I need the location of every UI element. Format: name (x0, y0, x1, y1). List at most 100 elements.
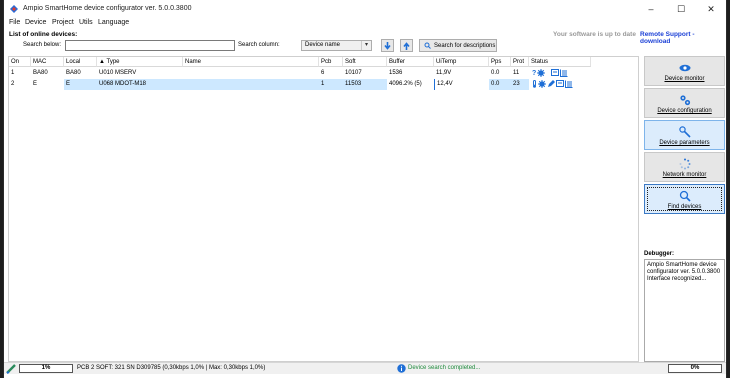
cell-pcb: 6 (321, 70, 325, 76)
cell-uitemp: 12,4V (434, 79, 489, 90)
cell-name (183, 79, 319, 90)
cell-name (183, 68, 319, 79)
device-configuration-label: Device configuration (657, 108, 712, 114)
info-icon (397, 364, 406, 373)
devices-table[interactable]: On MAC Local ▲ Type Name Pcb Soft Buffer… (8, 56, 639, 362)
cell-pcb: 1 (319, 79, 343, 90)
col-header-local[interactable]: Local (64, 57, 97, 67)
find-devices-label: Find devices (667, 204, 702, 210)
device-parameters-button[interactable]: Device parameters (644, 120, 725, 150)
col-header-status[interactable]: Status (529, 57, 591, 67)
col-header-buffer[interactable]: Buffer (387, 57, 434, 67)
search-descriptions-button[interactable]: Search for descriptions (419, 39, 497, 52)
search-column-label: Search column: (238, 42, 280, 48)
menu-bar: File Device Project Utils Language (4, 18, 726, 29)
col-header-soft[interactable]: Soft (343, 57, 387, 67)
device-configuration-button[interactable]: Device configuration (644, 88, 725, 118)
minimize-button[interactable]: – (636, 0, 666, 18)
maximize-button[interactable]: ☐ (666, 0, 696, 18)
move-up-button[interactable] (400, 39, 413, 52)
gear-icon[interactable] (537, 69, 546, 77)
arrow-up-icon (403, 41, 410, 50)
help-icon[interactable]: ? (532, 70, 536, 77)
app-logo-icon (9, 4, 19, 14)
search-column-value: Device name (305, 42, 341, 48)
search-input[interactable] (65, 40, 235, 51)
menu-utils[interactable]: Utils (79, 19, 93, 26)
menu-device[interactable]: Device (25, 19, 46, 26)
cell-soft: 10107 (345, 70, 362, 76)
window-title: Ampio SmartHome device configurator ver.… (23, 5, 192, 12)
cell-mac: E (33, 81, 38, 87)
search-icon (679, 190, 691, 202)
col-header-on[interactable]: On (9, 57, 31, 67)
debugger-output[interactable]: Ampio SmartHome device configurator ver.… (644, 259, 725, 362)
cell-uitemp: 11,9V (436, 70, 452, 76)
cell-buffer: 4096.2% (5) (389, 81, 422, 87)
cell-prot: 11 (513, 70, 520, 76)
device-monitor-button[interactable]: Device monitor (644, 56, 725, 86)
cell-type: U068 MDOT-M18 (97, 79, 183, 90)
table-header: On MAC Local ▲ Type Name Pcb Soft Buffer… (9, 57, 638, 67)
table-row-selected[interactable]: 2 E E U068 MDOT-M18 1 11503 4096.2% (5) … (9, 79, 638, 90)
monitor-icon[interactable] (551, 69, 560, 77)
cell-pps: 0.0 (489, 79, 511, 90)
gear-icon[interactable] (538, 80, 546, 88)
cell-mac: BA80 (33, 70, 48, 76)
thermometer-icon[interactable] (532, 80, 537, 88)
menu-file[interactable]: File (9, 19, 20, 26)
col-header-mac[interactable]: MAC (31, 57, 64, 67)
pencil-icon[interactable] (547, 80, 555, 88)
online-devices-label: List of online devices: (9, 31, 78, 38)
chevron-down-icon: ▾ (361, 41, 371, 50)
monitor-icon[interactable] (556, 80, 564, 88)
cell-prot: 23 (511, 79, 529, 90)
app-window: Ampio SmartHome device configurator ver.… (3, 0, 727, 378)
col-header-pps[interactable]: Pps (489, 57, 511, 67)
status-message: Device search completed... (408, 365, 481, 371)
eye-icon (679, 64, 691, 72)
network-monitor-button[interactable]: Network monitor (644, 152, 725, 182)
cell-pps: 0.0 (491, 70, 500, 76)
search-icon (424, 42, 431, 49)
list-icon[interactable] (565, 80, 573, 88)
move-down-button[interactable] (381, 39, 394, 52)
cell-type: U010 MSERV (99, 70, 137, 76)
connection-info: PCB 2 SOFT: 321 SN D309785 (0,30kbps 1,0… (77, 365, 266, 371)
col-header-pcb[interactable]: Pcb (319, 57, 343, 67)
cell-status: ? (532, 69, 568, 77)
device-parameters-label: Device parameters (659, 140, 710, 146)
find-devices-button[interactable]: Find devices (644, 184, 725, 214)
col-header-name[interactable]: Name (183, 57, 319, 67)
cell-local: E (64, 79, 97, 90)
cell-soft: 11503 (343, 79, 387, 90)
search-label: Search below: (23, 42, 62, 48)
progress-right: 0% (668, 364, 722, 373)
cell-local: BA80 (66, 70, 81, 76)
remote-support-link[interactable]: Remote Support - download (640, 31, 726, 45)
table-row[interactable]: 1 BA80 BA80 U010 MSERV 6 10107 1536 11,9… (9, 68, 638, 79)
progress-left: 1% (19, 364, 73, 373)
arrow-down-icon (384, 41, 391, 50)
connection-icon (6, 364, 16, 374)
device-monitor-label: Device monitor (664, 76, 705, 82)
cell-buffer: 1536 (389, 70, 403, 76)
close-button[interactable]: ✕ (696, 0, 726, 18)
search-descriptions-label: Search for descriptions (434, 42, 496, 49)
col-header-prot[interactable]: Prot (511, 57, 529, 67)
search-column-select[interactable]: Device name ▾ (301, 40, 372, 51)
col-header-uitemp[interactable]: UiTemp (434, 57, 489, 67)
title-bar: Ampio SmartHome device configurator ver.… (4, 0, 726, 18)
debugger-label: Debugger: (644, 251, 674, 257)
update-status-text: Your software is up to date (553, 31, 636, 38)
menu-language[interactable]: Language (98, 19, 129, 26)
network-monitor-label: Network monitor (662, 172, 707, 178)
wrench-icon (679, 126, 691, 138)
list-icon[interactable] (560, 69, 568, 77)
cell-on: 2 (11, 81, 15, 87)
status-bar: 1% PCB 2 SOFT: 321 SN D309785 (0,30kbps … (4, 362, 726, 374)
cell-status (532, 80, 573, 88)
col-header-type[interactable]: ▲ Type (97, 57, 183, 67)
spinner-icon (679, 158, 691, 170)
menu-project[interactable]: Project (52, 19, 74, 26)
